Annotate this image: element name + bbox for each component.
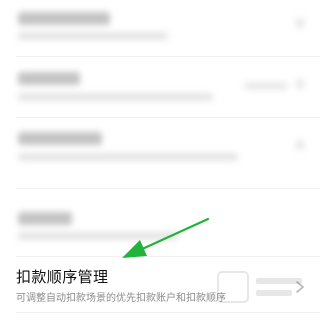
deduction-order-title: 扣款顺序管理	[16, 268, 109, 286]
chevron-right-icon	[296, 79, 304, 89]
divider	[16, 56, 320, 57]
watermark-logo	[217, 271, 302, 303]
divider	[16, 117, 320, 118]
divider	[16, 312, 320, 313]
blurred-subtitle	[18, 232, 178, 240]
divider	[16, 256, 320, 257]
blurred-title	[18, 72, 80, 85]
blurred-title	[18, 12, 110, 25]
blurred-title	[18, 132, 102, 145]
settings-screen: 扣款顺序管理 可调整自动扣款场景的优先扣款账户和扣款顺序	[0, 0, 320, 320]
blurred-setting-item-1[interactable]	[0, 0, 320, 46]
blurred-setting-item-2[interactable]	[0, 62, 320, 108]
blurred-subtitle	[18, 93, 213, 101]
blurred-subtitle	[18, 153, 238, 161]
blurred-subtitle	[18, 32, 168, 40]
chevron-right-icon	[296, 140, 304, 150]
blurred-title	[18, 212, 72, 225]
blurred-setting-item-3[interactable]	[0, 120, 320, 172]
deduction-order-subtitle: 可调整自动扣款场景的优先扣款账户和扣款顺序	[16, 293, 226, 304]
divider	[16, 188, 320, 189]
blurred-setting-item-4[interactable]	[0, 204, 320, 244]
blurred-value	[244, 82, 288, 90]
chevron-right-icon	[296, 18, 304, 28]
